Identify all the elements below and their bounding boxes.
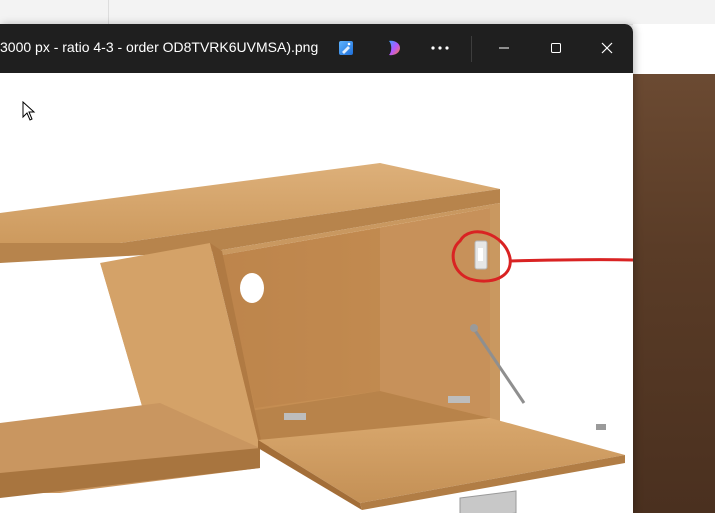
copilot-button[interactable] [378, 33, 410, 63]
title-bar[interactable]: 3000 px - ratio 4-3 - order OD8TVRK6UVMS… [0, 24, 633, 73]
window-title: 3000 px - ratio 4-3 - order OD8TVRK6UVMS… [0, 39, 319, 55]
background-divider [108, 0, 109, 24]
door-handle [459, 490, 517, 513]
annotation-line [509, 258, 633, 263]
close-icon [601, 42, 613, 54]
maximize-icon [550, 42, 562, 54]
door-hinge-left [284, 413, 306, 420]
cabinet-image [0, 163, 633, 513]
image-canvas[interactable] [0, 73, 633, 513]
more-options-icon [431, 46, 449, 50]
background-photo [633, 74, 715, 513]
minimize-icon [498, 42, 510, 54]
close-button[interactable] [591, 33, 623, 63]
cable-hole [240, 273, 264, 303]
more-options-button[interactable] [424, 33, 456, 63]
background-window-right[interactable] [633, 24, 715, 513]
minimize-button[interactable] [488, 33, 520, 63]
copilot-icon [385, 39, 403, 57]
titlebar-separator [471, 36, 472, 62]
desktop: 3000 px - ratio 4-3 - order OD8TVRK6UVMS… [0, 0, 715, 513]
edit-image-button[interactable] [330, 33, 362, 63]
door-hinge-right [448, 396, 470, 403]
photo-viewer-window[interactable]: 3000 px - ratio 4-3 - order OD8TVRK6UVMS… [0, 24, 633, 513]
mouse-cursor-icon [22, 100, 36, 126]
maximize-button[interactable] [540, 33, 572, 63]
edit-image-icon [338, 40, 354, 56]
